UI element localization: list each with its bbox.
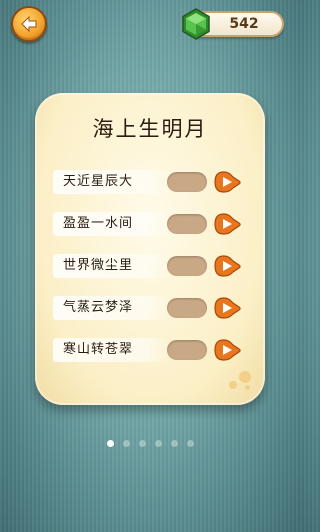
poem-row: 盈盈一水间 bbox=[53, 212, 245, 236]
answer-slot[interactable] bbox=[167, 256, 207, 276]
play-icon bbox=[214, 339, 241, 361]
poem-line: 盈盈一水间 bbox=[53, 212, 171, 236]
play-button[interactable] bbox=[213, 170, 241, 194]
play-icon bbox=[214, 255, 241, 277]
puzzle-title: 海上生明月 bbox=[92, 117, 208, 141]
page-dot[interactable] bbox=[106, 440, 114, 447]
answer-slot[interactable] bbox=[167, 214, 207, 234]
page-dot[interactable] bbox=[186, 440, 194, 447]
play-button[interactable] bbox=[213, 254, 241, 278]
poem-row: 天近星辰大 bbox=[53, 170, 245, 194]
play-icon bbox=[214, 213, 241, 235]
play-button[interactable] bbox=[213, 338, 241, 362]
back-arrow-icon bbox=[21, 15, 37, 33]
answer-slot[interactable] bbox=[167, 340, 207, 360]
answer-slot[interactable] bbox=[167, 298, 207, 318]
page-dot[interactable] bbox=[122, 440, 130, 447]
play-icon bbox=[214, 171, 241, 193]
poem-line: 气蒸云梦泽 bbox=[53, 296, 171, 320]
answer-slot[interactable] bbox=[167, 172, 207, 192]
poem-line: 世界微尘里 bbox=[53, 254, 171, 278]
page-dot[interactable] bbox=[154, 440, 162, 447]
poem-line: 寒山转苍翠 bbox=[53, 338, 171, 362]
page-indicator bbox=[0, 440, 300, 447]
poem-line: 天近星辰大 bbox=[53, 170, 171, 194]
coin-counter[interactable]: 542 bbox=[180, 8, 284, 40]
play-button[interactable] bbox=[213, 212, 241, 236]
back-button[interactable] bbox=[11, 6, 47, 42]
poem-row: 气蒸云梦泽 bbox=[53, 296, 245, 320]
page-dot[interactable] bbox=[170, 440, 178, 447]
poem-row: 寒山转苍翠 bbox=[53, 338, 245, 362]
page-dot[interactable] bbox=[138, 440, 146, 447]
poem-row: 世界微尘里 bbox=[53, 254, 245, 278]
puzzle-card: 海上生明月 天近星辰大 盈盈一水间 世界微尘里 气蒸云梦泽 寒山转苍翠 bbox=[35, 93, 265, 405]
decorative-bubbles-icon bbox=[225, 367, 255, 393]
play-icon bbox=[214, 297, 241, 319]
gem-icon bbox=[182, 8, 210, 40]
play-button[interactable] bbox=[213, 296, 241, 320]
